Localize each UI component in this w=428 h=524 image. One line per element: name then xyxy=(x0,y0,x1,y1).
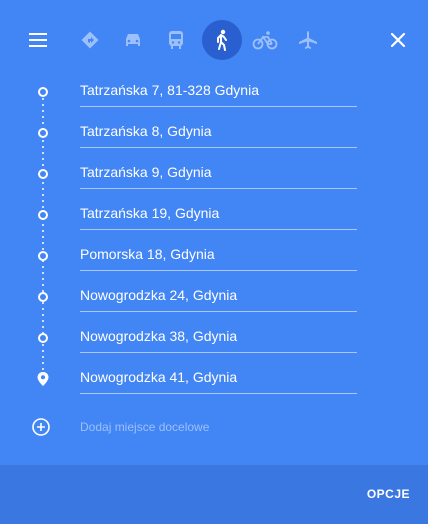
plane-icon[interactable] xyxy=(288,20,328,60)
field-underline xyxy=(80,311,357,312)
stop-address[interactable]: Tatrzańska 7, 81-328 Gdynia xyxy=(80,82,259,98)
stop-row[interactable]: Nowogrodzka 38, Gdynia xyxy=(0,320,428,358)
stop-circle-icon xyxy=(38,169,48,179)
close-icon[interactable] xyxy=(378,20,418,60)
stop-row[interactable]: Nowogrodzka 24, Gdynia xyxy=(0,279,428,317)
car-icon[interactable] xyxy=(113,20,153,60)
options-button[interactable]: OPCJE xyxy=(367,487,410,501)
stop-circle-icon xyxy=(38,87,48,97)
stop-row[interactable]: Nowogrodzka 41, Gdynia xyxy=(0,361,428,399)
walk-icon[interactable] xyxy=(202,20,242,60)
add-destination-input[interactable]: Dodaj miejsce docelowe xyxy=(80,420,209,434)
field-underline xyxy=(80,229,357,230)
field-underline xyxy=(80,270,357,271)
travel-mode-bar xyxy=(0,16,428,64)
stop-circle-icon xyxy=(38,251,48,261)
stop-address[interactable]: Nowogrodzka 24, Gdynia xyxy=(80,287,237,303)
stop-address[interactable]: Pomorska 18, Gdynia xyxy=(80,246,215,262)
field-underline xyxy=(80,393,357,394)
stop-row[interactable]: Tatrzańska 8, Gdynia xyxy=(0,115,428,153)
footer-bar: OPCJE xyxy=(0,465,428,524)
stop-circle-icon xyxy=(38,333,48,343)
stop-circle-icon xyxy=(38,128,48,138)
field-underline xyxy=(80,352,357,353)
stop-address[interactable]: Nowogrodzka 41, Gdynia xyxy=(80,369,237,385)
field-underline xyxy=(80,188,357,189)
stop-address[interactable]: Tatrzańska 9, Gdynia xyxy=(80,164,212,180)
stop-circle-icon xyxy=(38,292,48,302)
stop-address[interactable]: Nowogrodzka 38, Gdynia xyxy=(80,328,237,344)
stop-row[interactable]: Pomorska 18, Gdynia xyxy=(0,238,428,276)
bike-icon[interactable] xyxy=(245,20,285,60)
stop-row[interactable]: Tatrzańska 9, Gdynia xyxy=(0,156,428,194)
directions-panel: Tatrzańska 7, 81-328 Gdynia Tatrzańska 8… xyxy=(0,0,428,465)
add-circle-icon[interactable] xyxy=(31,417,51,437)
stop-address[interactable]: Tatrzańska 8, Gdynia xyxy=(80,123,212,139)
field-underline xyxy=(80,106,357,107)
add-destination-row[interactable]: Dodaj miejsce docelowe xyxy=(0,412,428,450)
stop-row[interactable]: Tatrzańska 19, Gdynia xyxy=(0,197,428,235)
field-underline xyxy=(80,147,357,148)
stop-address[interactable]: Tatrzańska 19, Gdynia xyxy=(80,205,219,221)
destination-pin-icon xyxy=(37,372,49,386)
transit-icon[interactable] xyxy=(156,20,196,60)
directions-icon[interactable] xyxy=(70,20,110,60)
stop-row[interactable]: Tatrzańska 7, 81-328 Gdynia xyxy=(0,74,428,112)
menu-icon[interactable] xyxy=(18,20,58,60)
stop-circle-icon xyxy=(38,210,48,220)
